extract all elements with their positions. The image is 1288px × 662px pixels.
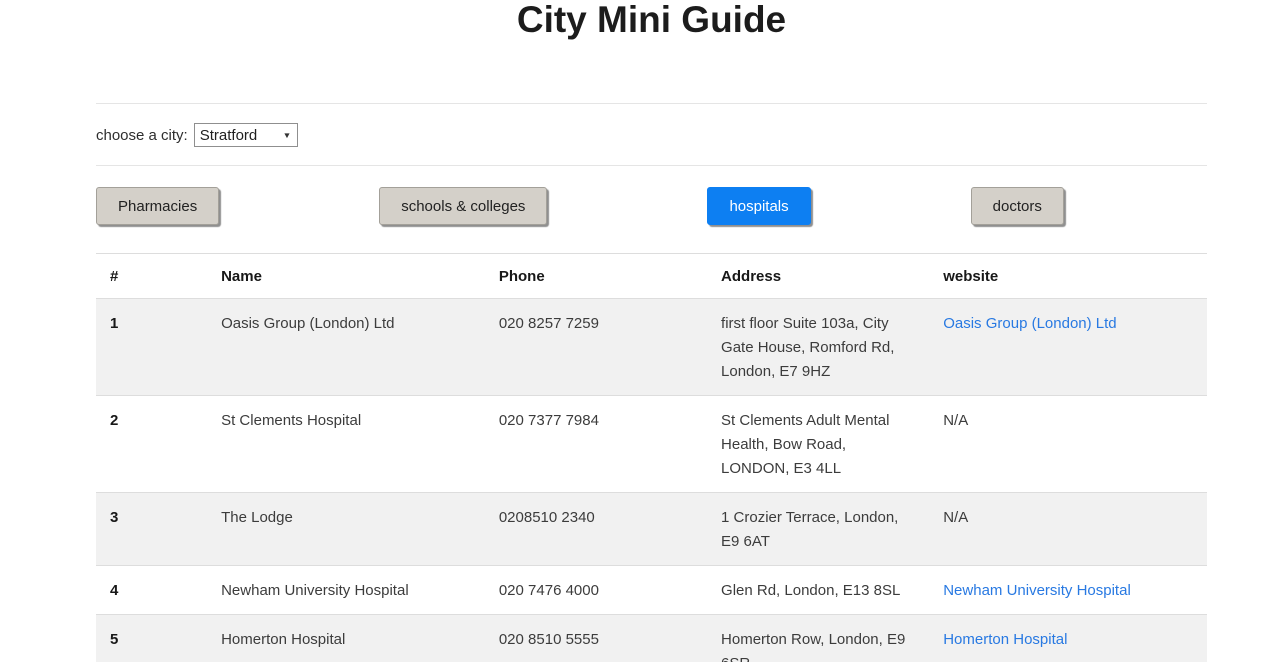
website-na: N/A <box>929 493 1207 566</box>
row-number: 3 <box>96 493 207 566</box>
table-row: 5 Homerton Hospital 020 8510 5555 Homert… <box>96 615 1207 662</box>
table-row: 4 Newham University Hospital 020 7476 40… <box>96 566 1207 615</box>
column-header-name: Name <box>207 254 485 299</box>
hospital-name: The Lodge <box>207 493 485 566</box>
hospital-phone: 020 7476 4000 <box>485 566 707 615</box>
table-row: 2 St Clements Hospital 020 7377 7984 St … <box>96 396 1207 493</box>
row-number: 2 <box>96 396 207 493</box>
hospital-name: St Clements Hospital <box>207 396 485 493</box>
dropdown-arrow-icon: ▼ <box>282 131 291 140</box>
hospitals-table: # Name Phone Address website 1 Oasis Gro… <box>96 253 1207 662</box>
column-header-number: # <box>96 254 207 299</box>
category-button-schools-colleges[interactable]: schools & colleges <box>379 187 547 225</box>
hospital-phone: 0208510 2340 <box>485 493 707 566</box>
hospital-address: Homerton Row, London, E9 6SR <box>707 615 929 662</box>
hospital-name: Oasis Group (London) Ltd <box>207 299 485 396</box>
hospital-address: first floor Suite 103a, City Gate House,… <box>707 299 929 396</box>
column-header-address: Address <box>707 254 929 299</box>
main-container: City Mini Guide choose a city: Stratford… <box>96 0 1207 662</box>
page-title: City Mini Guide <box>96 0 1207 44</box>
table-row: 1 Oasis Group (London) Ltd 020 8257 7259… <box>96 299 1207 396</box>
hospital-address: St Clements Adult Mental Health, Bow Roa… <box>707 396 929 493</box>
website-na: N/A <box>929 396 1207 493</box>
website-link[interactable]: Homerton Hospital <box>943 631 1067 648</box>
hospital-name: Homerton Hospital <box>207 615 485 662</box>
category-button-doctors[interactable]: doctors <box>971 187 1064 225</box>
city-select[interactable]: Stratford ▼ <box>194 123 298 147</box>
city-select-value: Stratford <box>200 127 258 144</box>
hospital-phone: 020 7377 7984 <box>485 396 707 493</box>
category-button-pharmacies[interactable]: Pharmacies <box>96 187 219 225</box>
website-link[interactable]: Oasis Group (London) Ltd <box>943 315 1116 332</box>
table-header-row: # Name Phone Address website <box>96 254 1207 299</box>
category-button-row: Pharmacies schools & colleges hospitals … <box>96 187 1207 225</box>
hospital-phone: 020 8510 5555 <box>485 615 707 662</box>
hospital-address: Glen Rd, London, E13 8SL <box>707 566 929 615</box>
hospital-address: 1 Crozier Terrace, London, E9 6AT <box>707 493 929 566</box>
column-header-phone: Phone <box>485 254 707 299</box>
category-button-hospitals[interactable]: hospitals <box>707 187 810 225</box>
hospital-phone: 020 8257 7259 <box>485 299 707 396</box>
column-header-website: website <box>929 254 1207 299</box>
city-selector-section: choose a city: Stratford ▼ <box>96 104 1207 165</box>
city-select-label: choose a city: <box>96 127 188 144</box>
hospital-name: Newham University Hospital <box>207 566 485 615</box>
row-number: 1 <box>96 299 207 396</box>
table-row: 3 The Lodge 0208510 2340 1 Crozier Terra… <box>96 493 1207 566</box>
website-link[interactable]: Newham University Hospital <box>943 582 1131 599</box>
row-number: 4 <box>96 566 207 615</box>
divider <box>96 165 1207 166</box>
row-number: 5 <box>96 615 207 662</box>
